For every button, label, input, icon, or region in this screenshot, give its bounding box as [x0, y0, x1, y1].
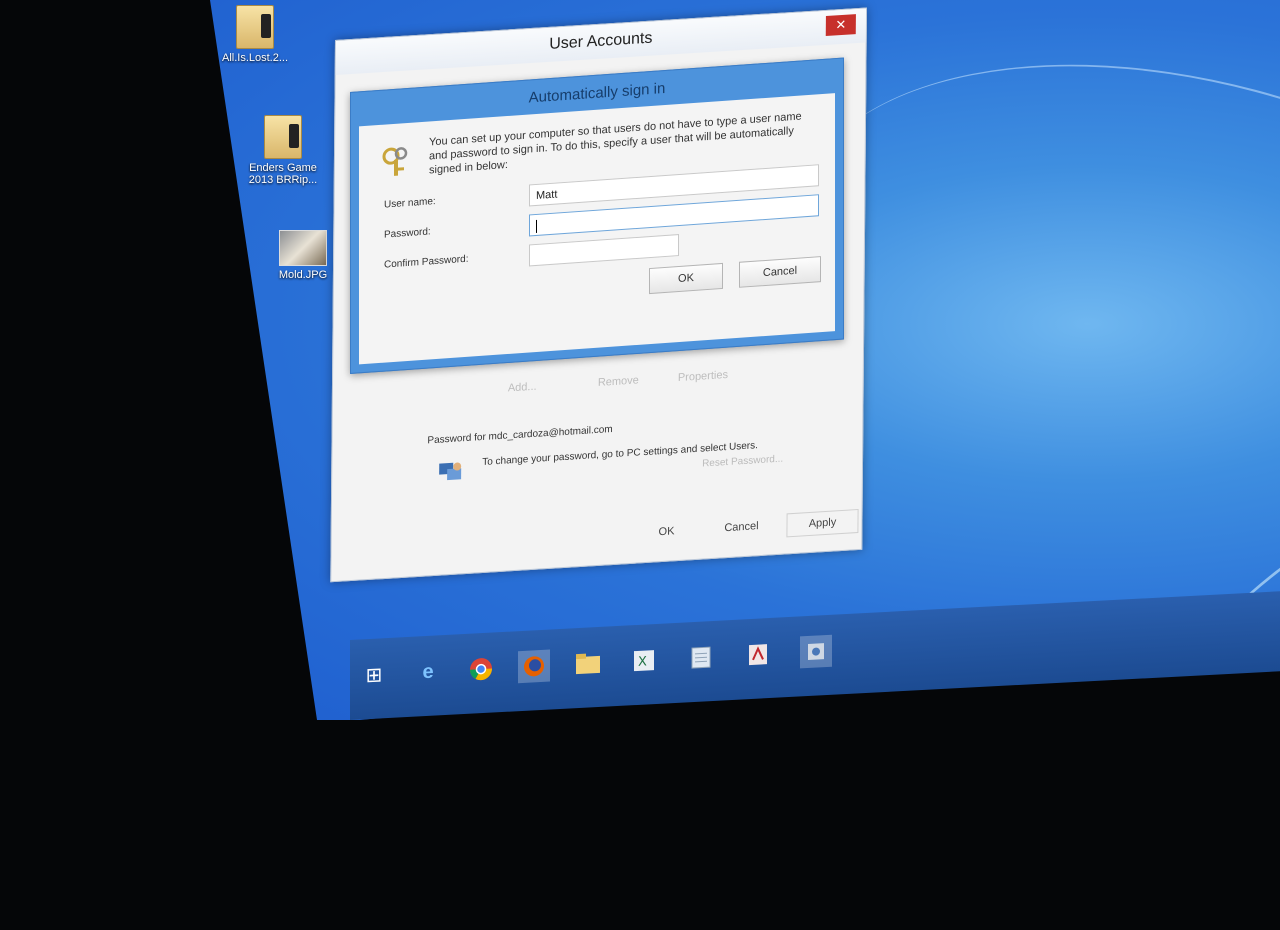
window-title: User Accounts	[549, 29, 653, 53]
password-info: Password for mdc_cardoza@hotmail.com	[427, 424, 613, 447]
password-label: Password:	[384, 226, 431, 241]
firefox-icon[interactable]	[518, 649, 550, 684]
remove-button[interactable]: Remove	[598, 374, 639, 389]
close-button[interactable]: ✕	[825, 14, 856, 36]
reset-password-button[interactable]: Reset Password...	[702, 454, 783, 470]
dialog-body: You can set up your computer so that use…	[359, 93, 835, 365]
username-label: User name:	[384, 196, 436, 211]
cancel-button[interactable]: Cancel	[706, 514, 776, 540]
chrome-icon[interactable]	[465, 652, 497, 686]
file-explorer-icon[interactable]	[572, 647, 604, 681]
ok-button[interactable]: OK	[631, 519, 701, 545]
internet-explorer-icon[interactable]: e	[412, 655, 444, 689]
dialog-ok-button[interactable]: OK	[649, 262, 723, 295]
keys-icon	[382, 147, 408, 176]
dialog-cancel-button[interactable]: Cancel	[739, 256, 821, 288]
folder-icon	[236, 5, 274, 49]
username-value: Matt	[536, 188, 558, 202]
properties-button[interactable]: Properties	[678, 369, 728, 384]
excel-icon[interactable]: X	[628, 644, 660, 678]
svg-text:X: X	[638, 654, 647, 669]
acrobat-icon[interactable]	[742, 638, 774, 672]
start-icon[interactable]: ⊞	[358, 658, 390, 692]
folder-icon	[264, 115, 302, 159]
desktop-icon-label: Enders Game 2013 BRRip...	[248, 162, 318, 186]
control-panel-icon[interactable]	[800, 634, 832, 669]
confirm-password-label: Confirm Password:	[384, 253, 469, 271]
image-icon	[279, 230, 327, 266]
desktop-icon-label: All.Is.Lost.2...	[221, 52, 289, 64]
apply-button[interactable]: Apply	[786, 508, 859, 538]
desktop-icon-all-is-lost[interactable]: All.Is.Lost.2...	[210, 5, 300, 64]
close-icon: ✕	[835, 16, 847, 33]
auto-signin-dialog: Automatically sign in You can set up you…	[350, 57, 844, 375]
add-button[interactable]: Add...	[508, 381, 537, 395]
users-icon	[439, 462, 462, 481]
desktop-icon-enders-game[interactable]: Enders Game 2013 BRRip...	[238, 115, 328, 186]
notepad-icon[interactable]	[685, 641, 717, 675]
dialog-info-text: You can set up your computer so that use…	[429, 110, 802, 177]
text-caret	[536, 219, 537, 233]
confirm-password-field[interactable]	[529, 233, 679, 267]
